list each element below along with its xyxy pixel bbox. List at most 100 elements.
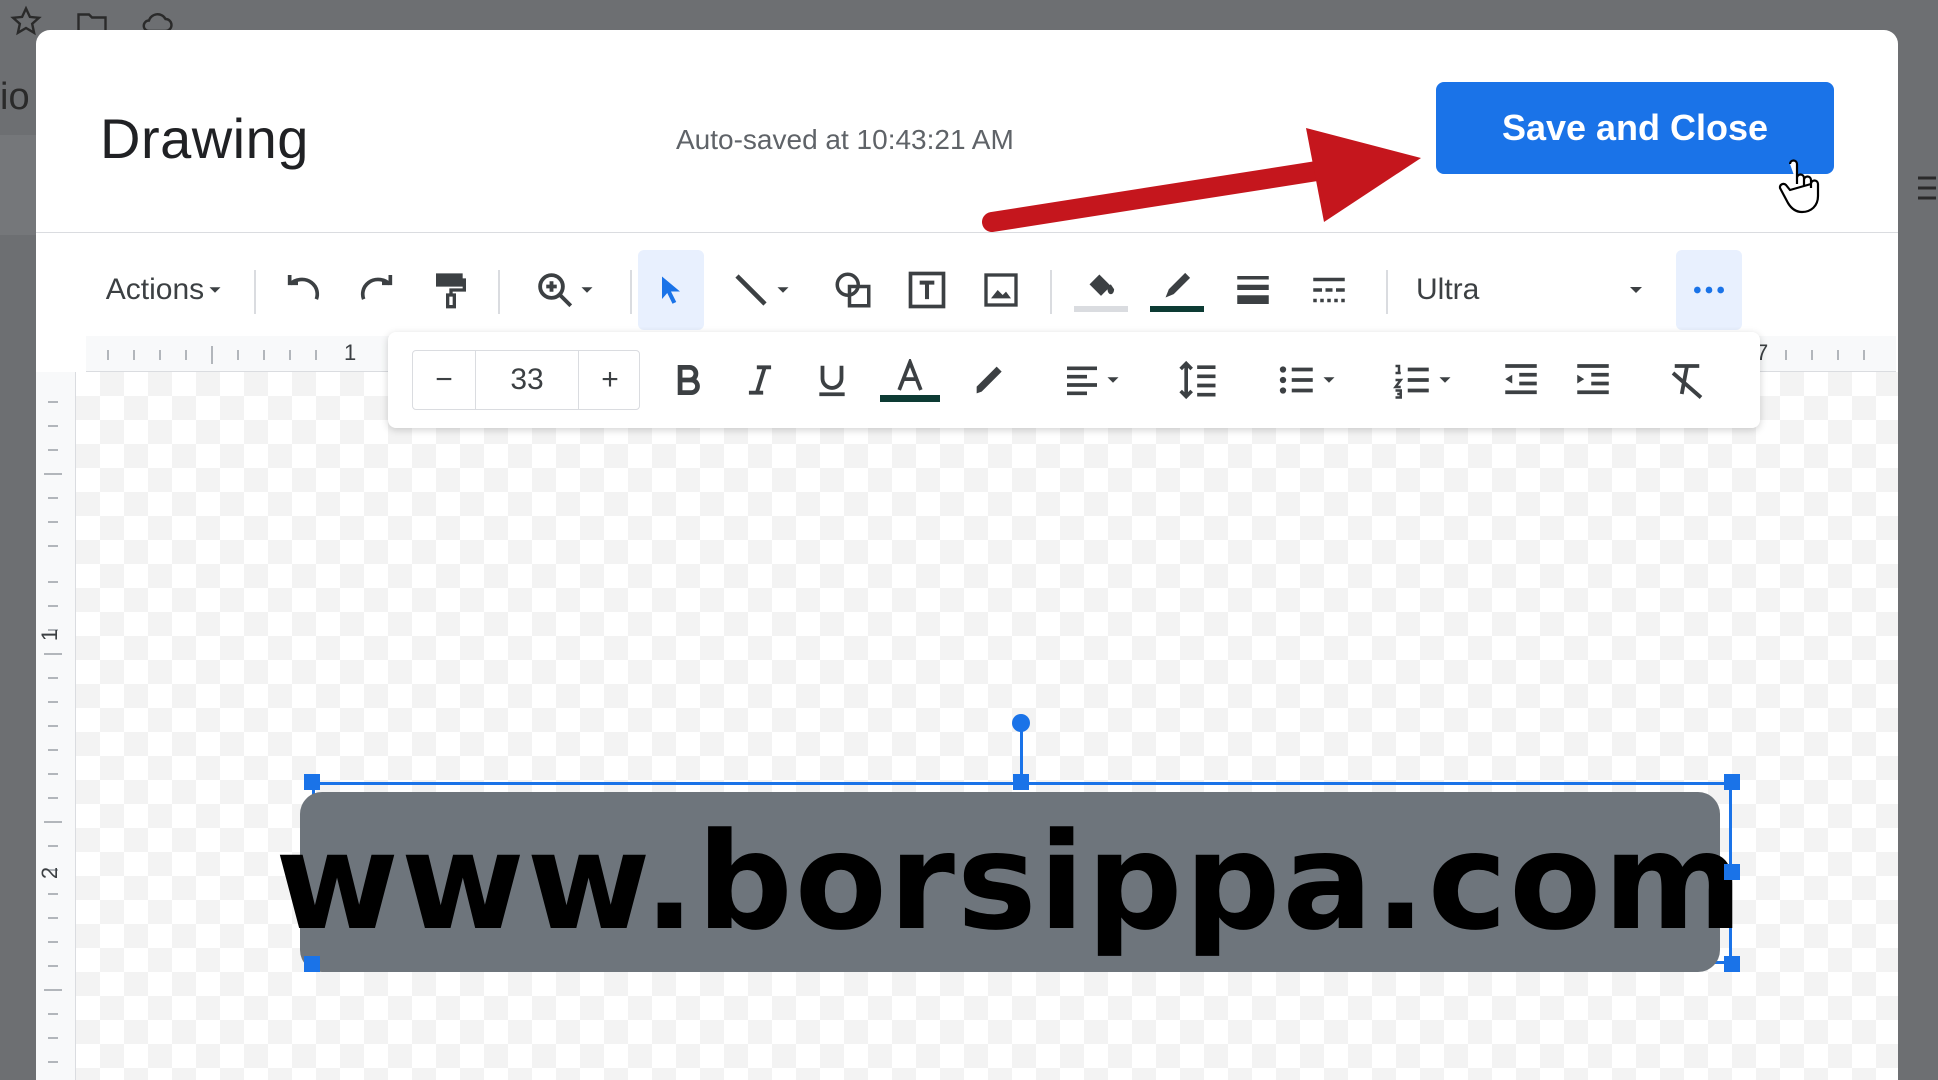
undo-button[interactable] [272, 250, 334, 330]
shape-icon [835, 272, 871, 308]
text-format-toolbar: − 33 + [388, 332, 1760, 428]
text-color-swatch [880, 394, 940, 402]
numbered-list-icon [1393, 364, 1429, 399]
fill-color-icon [1089, 274, 1115, 296]
line-spacing-button[interactable] [1164, 332, 1234, 428]
actions-dropdown-icon [209, 287, 221, 293]
fill-color-button[interactable] [1068, 250, 1134, 330]
align-dropdown-icon [1107, 377, 1119, 383]
select-tool-button[interactable] [638, 250, 704, 330]
autosave-status: Auto-saved at 10:43:21 AM [676, 124, 1014, 155]
background-indent-icon [1918, 176, 1936, 200]
save-and-close-button[interactable]: Save and Close [1436, 82, 1834, 174]
toolbar-separator [1050, 270, 1052, 314]
rotation-handle[interactable] [1012, 714, 1030, 732]
border-color-button[interactable] [1144, 250, 1210, 330]
header-divider [36, 232, 1898, 233]
underline-icon [819, 365, 845, 397]
redo-icon [360, 275, 393, 300]
underline-button[interactable] [800, 332, 864, 428]
italic-button[interactable] [728, 332, 792, 428]
border-dash-icon [1313, 277, 1345, 303]
numbered-list-dropdown-icon [1439, 377, 1451, 383]
clear-formatting-icon [1671, 364, 1703, 399]
bulleted-list-button[interactable] [1258, 332, 1358, 428]
redo-button[interactable] [346, 250, 408, 330]
ruler-number: 1 [37, 628, 63, 642]
actions-menu[interactable]: Actions [96, 250, 236, 330]
highlight-icon [976, 366, 1002, 394]
undo-icon [287, 275, 320, 300]
resize-handle-bottom-left[interactable] [304, 956, 320, 972]
font-size-input[interactable]: 33 [476, 351, 578, 409]
italic-icon [748, 365, 772, 395]
dialog-title: Drawing [100, 107, 309, 170]
border-dash-button[interactable] [1296, 250, 1362, 330]
border-color-icon [1165, 272, 1191, 298]
hand-cursor-icon [1778, 159, 1820, 214]
text-box-icon [908, 271, 946, 309]
border-color-swatch [1150, 306, 1204, 312]
text-box[interactable]: www.borsippa.com [275, 792, 1743, 972]
zoom-icon [538, 273, 573, 308]
background-text: io [0, 76, 30, 118]
background-sidebar [0, 135, 36, 235]
more-icon [1694, 286, 1724, 294]
line-dropdown-icon [777, 287, 789, 293]
font-name: Ultra [1416, 273, 1480, 306]
toolbar-separator [630, 270, 632, 314]
image-icon [984, 273, 1018, 307]
toolbar-separator [498, 270, 500, 314]
vertical-ruler: 1 2 [36, 372, 76, 1080]
select-icon [662, 276, 680, 304]
bold-icon [677, 364, 700, 396]
drawing-dialog: Drawing Auto-saved at 10:43:21 AM Save a… [36, 30, 1898, 1080]
resize-handle-top-left[interactable] [304, 774, 320, 790]
increase-indent-button[interactable] [1560, 332, 1626, 428]
ruler-number: 2 [37, 866, 63, 880]
paint-format-button[interactable] [420, 250, 482, 330]
zoom-button[interactable] [516, 250, 616, 330]
paint-format-icon [436, 273, 466, 309]
clear-formatting-button[interactable] [1654, 332, 1720, 428]
image-tool-button[interactable] [968, 250, 1034, 330]
ruler-ticks [44, 401, 62, 1063]
line-spacing-icon [1179, 360, 1216, 400]
decrease-indent-icon [1505, 364, 1537, 395]
actions-label: Actions [105, 273, 205, 306]
resize-handle-top-right[interactable] [1724, 774, 1740, 790]
fill-color-swatch [1074, 306, 1128, 312]
border-weight-button[interactable] [1220, 250, 1286, 330]
decrease-font-size-button[interactable]: − [413, 351, 475, 409]
bulleted-list-icon [1279, 366, 1313, 394]
zoom-dropdown-icon [581, 287, 593, 293]
toolbar-separator [1386, 270, 1388, 314]
drawing-toolbar: Actions Ultra [36, 250, 1898, 330]
align-icon [1067, 366, 1097, 396]
font-selector[interactable]: Ultra [1402, 250, 1662, 330]
font-dropdown-icon [1630, 287, 1642, 293]
text-color-button[interactable] [872, 332, 948, 428]
resize-handle-bottom-right[interactable] [1724, 956, 1740, 972]
text-box-content[interactable]: www.borsippa.com [275, 804, 1745, 960]
drawing-canvas[interactable] [76, 372, 1898, 1080]
text-box-tool-button[interactable] [894, 250, 960, 330]
increase-indent-icon [1577, 364, 1609, 395]
resize-handle-right-center[interactable] [1724, 864, 1740, 880]
bulleted-list-dropdown-icon [1323, 377, 1335, 383]
increase-font-size-button[interactable]: + [579, 351, 641, 409]
bold-button[interactable] [656, 332, 720, 428]
border-weight-icon [1237, 276, 1269, 304]
line-tool-button[interactable] [712, 250, 812, 330]
resize-handle-top-center[interactable] [1013, 774, 1029, 790]
highlight-button[interactable] [958, 332, 1022, 428]
line-icon [735, 274, 767, 306]
ruler-number: 1 [344, 340, 357, 365]
font-size-control: − 33 + [412, 350, 640, 410]
numbered-list-button[interactable] [1374, 332, 1474, 428]
shape-tool-button[interactable] [820, 250, 886, 330]
more-options-button[interactable] [1676, 250, 1742, 330]
red-arrow-annotation [982, 128, 1421, 232]
decrease-indent-button[interactable] [1488, 332, 1554, 428]
align-button[interactable] [1048, 332, 1138, 428]
